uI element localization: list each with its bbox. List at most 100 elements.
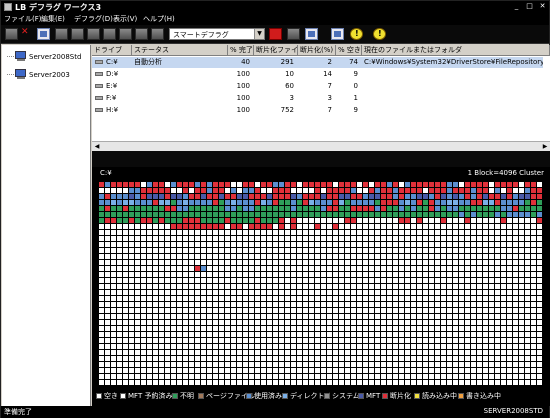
table-row[interactable]: C:¥ 自動分析 40 291 2 74 C:¥Windows¥System32… bbox=[92, 57, 543, 68]
cluster-block bbox=[141, 236, 146, 241]
column-header[interactable]: 断片化ファイル bbox=[254, 45, 298, 56]
cluster-block bbox=[297, 212, 302, 217]
column-header[interactable]: 現在のファイルまたはフォルダ bbox=[362, 45, 550, 56]
cluster-block bbox=[453, 320, 458, 325]
cluster-block bbox=[489, 230, 494, 235]
cluster-block bbox=[387, 374, 392, 379]
status-cell bbox=[132, 93, 228, 104]
stop-red-icon[interactable] bbox=[269, 28, 282, 40]
disconnect-icon[interactable] bbox=[19, 27, 32, 40]
analyze-icon[interactable] bbox=[55, 28, 68, 40]
cluster-block bbox=[321, 254, 326, 259]
scroll-right-icon[interactable]: ▶ bbox=[540, 142, 550, 151]
column-header[interactable]: % 空き bbox=[336, 45, 362, 56]
cluster-block bbox=[321, 296, 326, 301]
cluster-block bbox=[333, 278, 338, 283]
cluster-block bbox=[387, 278, 392, 283]
settings-icon[interactable] bbox=[331, 28, 344, 40]
info-icon[interactable] bbox=[373, 28, 386, 40]
cluster-block bbox=[243, 338, 248, 343]
app-icon bbox=[4, 3, 12, 11]
server-view-icon[interactable] bbox=[37, 28, 50, 40]
cluster-block bbox=[351, 218, 356, 223]
cluster-block bbox=[321, 284, 326, 289]
cluster-block bbox=[207, 236, 212, 241]
cluster-block bbox=[189, 260, 194, 265]
cluster-block bbox=[243, 248, 248, 253]
properties-icon[interactable] bbox=[305, 28, 318, 40]
report-icon[interactable] bbox=[135, 28, 148, 40]
cluster-block bbox=[237, 356, 242, 361]
cluster-block bbox=[333, 266, 338, 271]
column-header[interactable]: ステータス bbox=[132, 45, 228, 56]
cluster-block bbox=[345, 320, 350, 325]
cluster-block bbox=[255, 242, 260, 247]
cluster-block bbox=[207, 374, 212, 379]
cluster-block bbox=[315, 356, 320, 361]
menu-defrag[interactable]: デフラグ(D) bbox=[74, 14, 113, 24]
cluster-block bbox=[195, 266, 200, 271]
close-button[interactable]: ✕ bbox=[537, 2, 548, 11]
cluster-block bbox=[381, 338, 386, 343]
cluster-block bbox=[99, 374, 104, 379]
defrag-mode-select[interactable]: スマートデフラグ ▼ bbox=[169, 28, 265, 40]
column-header[interactable]: % 完了 bbox=[228, 45, 254, 56]
menu-file[interactable]: ファイル(F) bbox=[4, 14, 42, 24]
cluster-block bbox=[177, 362, 182, 367]
maximize-button[interactable]: □ bbox=[524, 2, 535, 11]
cluster-block bbox=[129, 266, 134, 271]
pane-splitter[interactable] bbox=[92, 151, 550, 167]
stop-icon[interactable] bbox=[103, 28, 116, 40]
cluster-block bbox=[123, 272, 128, 277]
column-header[interactable]: 断片化(%) bbox=[298, 45, 336, 56]
cluster-block bbox=[315, 302, 320, 307]
table-row[interactable]: E:¥ 100 60 7 0 bbox=[92, 81, 543, 92]
cluster-block bbox=[519, 266, 524, 271]
rewind-icon[interactable] bbox=[287, 28, 300, 40]
legend-item: システム bbox=[324, 392, 360, 401]
cluster-block bbox=[165, 284, 170, 289]
menu-help[interactable]: ヘルプ(H) bbox=[143, 14, 175, 24]
cluster-block bbox=[519, 188, 524, 193]
cluster-block bbox=[201, 308, 206, 313]
cluster-block bbox=[111, 320, 116, 325]
server-item[interactable]: Server2008Std bbox=[7, 51, 91, 65]
minimize-button[interactable]: _ bbox=[511, 2, 522, 11]
alert-icon[interactable] bbox=[350, 28, 363, 40]
cluster-block bbox=[507, 278, 512, 283]
connect-icon[interactable] bbox=[5, 28, 18, 40]
cluster-block bbox=[183, 290, 188, 295]
complete-cell: 100 bbox=[236, 82, 250, 90]
cluster-block bbox=[399, 194, 404, 199]
table-row[interactable]: F:¥ 100 3 3 1 bbox=[92, 93, 543, 104]
defrag-icon[interactable] bbox=[71, 28, 84, 40]
cluster-block bbox=[321, 362, 326, 367]
cluster-block bbox=[135, 314, 140, 319]
cluster-block bbox=[429, 278, 434, 283]
cluster-block bbox=[219, 248, 224, 253]
cluster-block bbox=[159, 272, 164, 277]
horizontal-scrollbar[interactable]: ◀ ▶ bbox=[92, 141, 550, 151]
play-icon[interactable] bbox=[151, 28, 164, 40]
cluster-block bbox=[273, 326, 278, 331]
menu-view[interactable]: 表示(V) bbox=[113, 14, 137, 24]
cluster-block bbox=[177, 230, 182, 235]
pause-icon[interactable] bbox=[87, 28, 100, 40]
scroll-left-icon[interactable]: ◀ bbox=[92, 142, 102, 151]
cluster-block bbox=[453, 314, 458, 319]
chevron-down-icon[interactable]: ▼ bbox=[254, 29, 264, 39]
column-header[interactable]: ドライブ bbox=[92, 45, 132, 56]
menu-edit[interactable]: 編集(E) bbox=[41, 14, 65, 24]
cluster-block bbox=[357, 206, 362, 211]
cluster-block bbox=[417, 350, 422, 355]
cluster-block bbox=[465, 308, 470, 313]
cluster-block bbox=[183, 272, 188, 277]
table-row[interactable]: H:¥ 100 752 7 9 bbox=[92, 105, 543, 116]
schedule-icon[interactable] bbox=[119, 28, 132, 40]
cluster-block bbox=[291, 332, 296, 337]
status-bar: 準備完了 SERVER2008STD bbox=[1, 406, 549, 418]
cluster-block bbox=[279, 302, 284, 307]
server-item[interactable]: Server2003 bbox=[7, 69, 91, 83]
cluster-block bbox=[147, 188, 152, 193]
table-row[interactable]: D:¥ 100 10 14 9 bbox=[92, 69, 543, 80]
